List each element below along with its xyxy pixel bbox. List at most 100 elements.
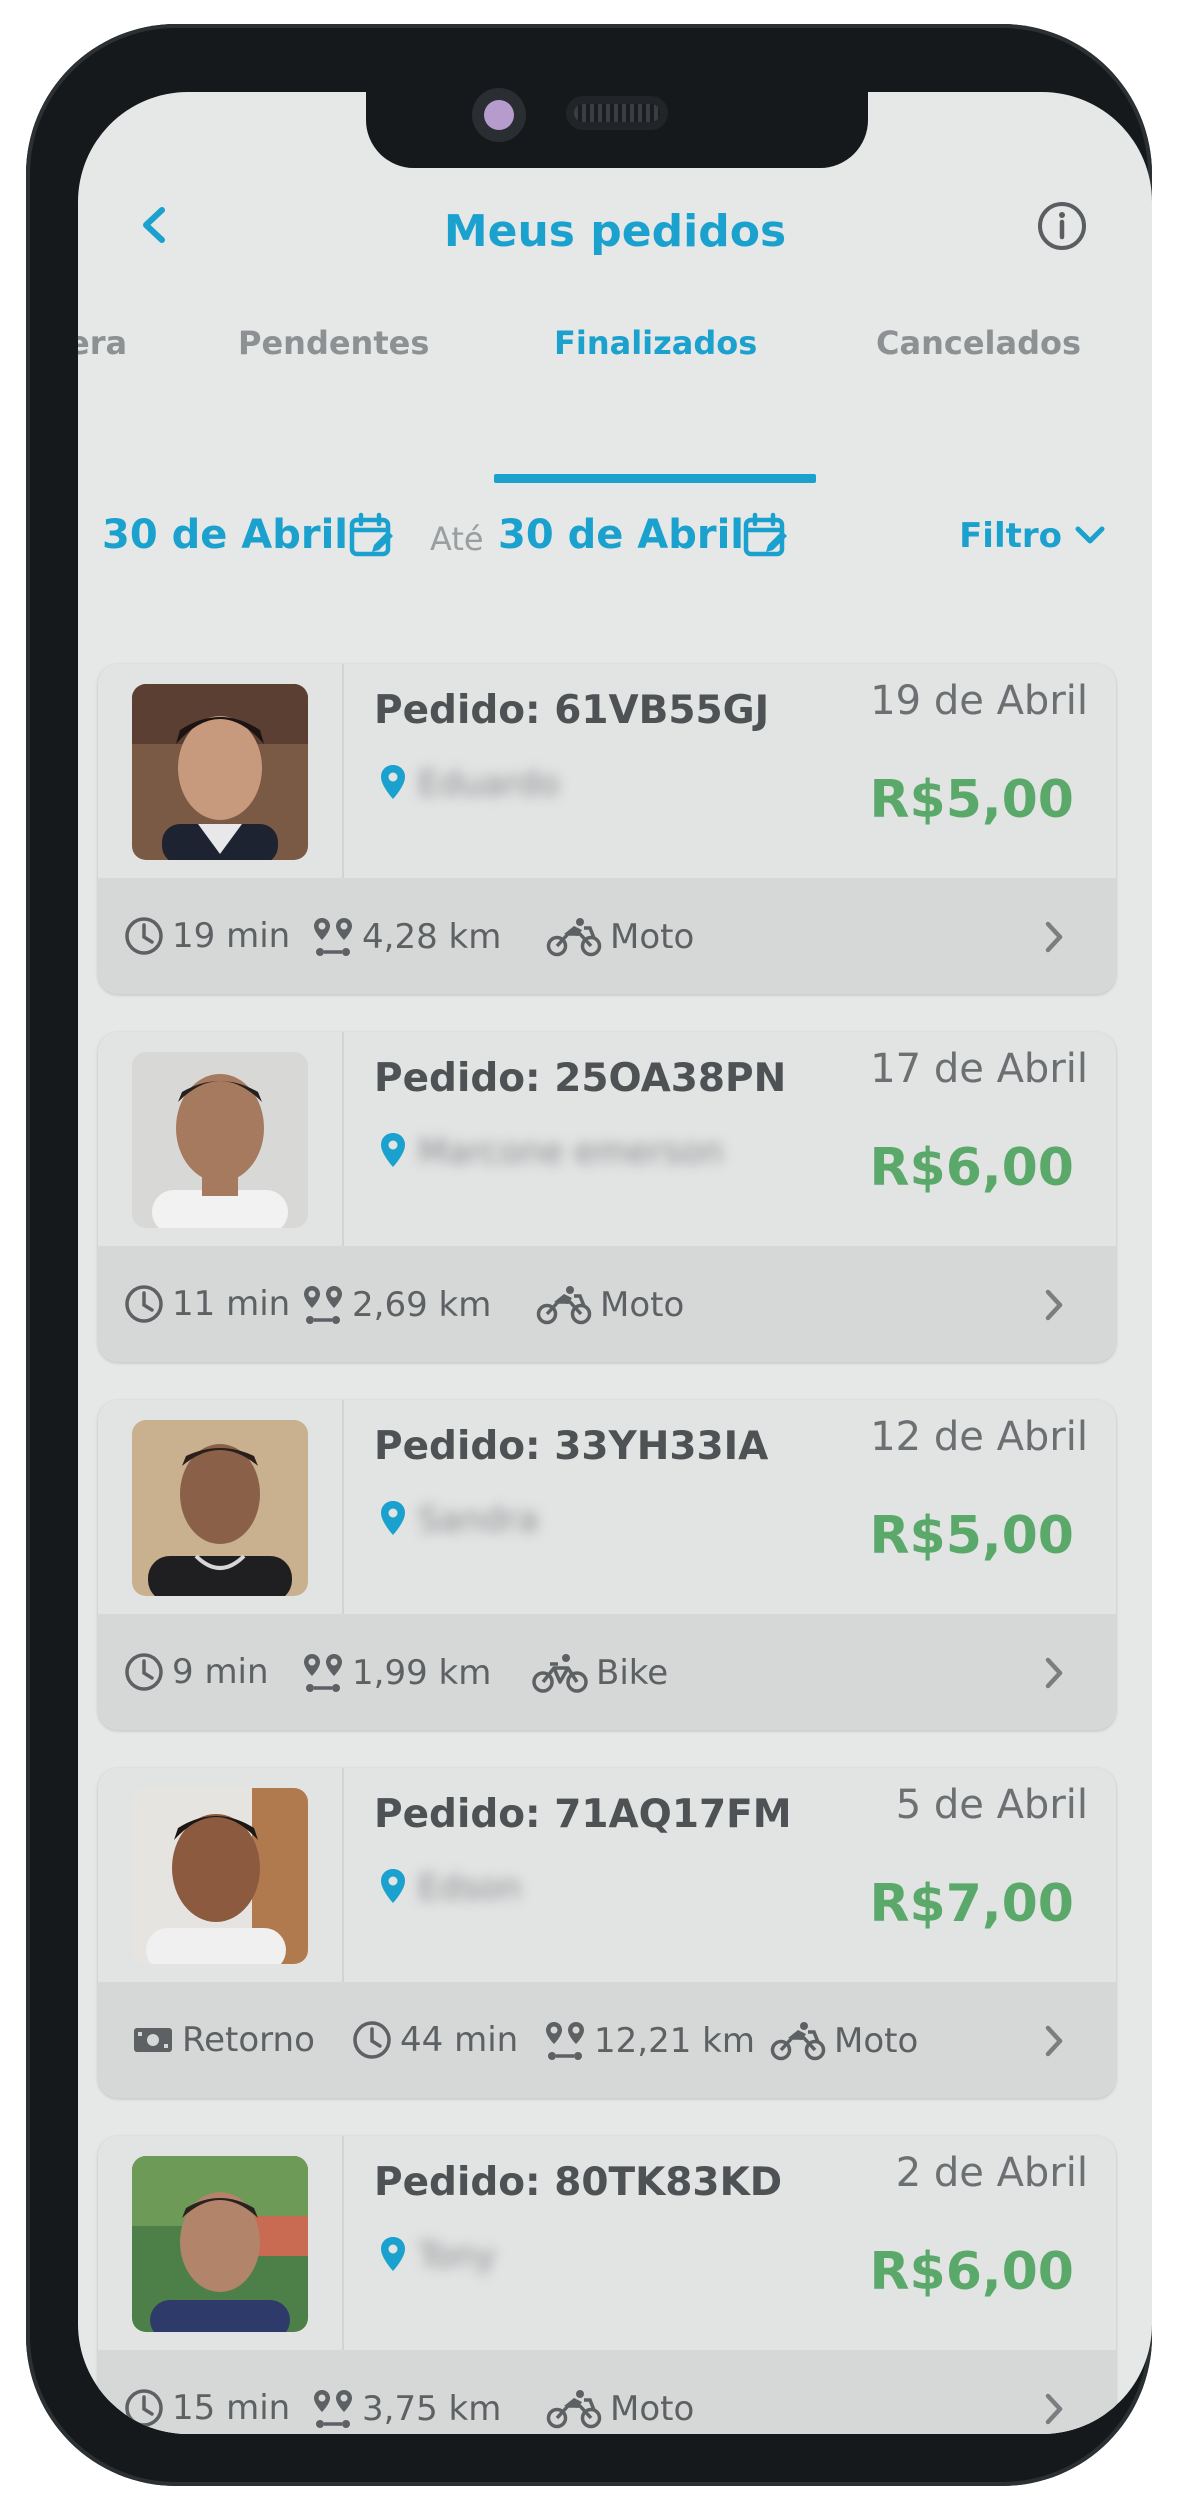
distance-value: 4,28 km xyxy=(362,917,502,957)
order-price: R$5,00 xyxy=(869,1506,1074,1566)
courier-avatar xyxy=(132,684,308,860)
tab-pendentes[interactable]: Pendentes xyxy=(238,324,429,362)
distance: 3,75 km xyxy=(312,2388,501,2430)
order-price: R$5,00 xyxy=(869,770,1074,830)
vehicle: Bike xyxy=(532,1652,668,1694)
tab-finalizados[interactable]: Finalizados xyxy=(554,324,757,362)
customer-name-blurred: Eduardo xyxy=(418,764,560,804)
vehicle: Moto xyxy=(536,1284,684,1326)
distance: 2,69 km xyxy=(302,1284,491,1326)
tab-cancelados[interactable]: Cancelados xyxy=(876,324,1081,362)
motorcycle-icon xyxy=(546,2390,602,2429)
order-card[interactable]: Pedido: 33YH33IA 12 de Abril Sandra R$5,… xyxy=(98,1400,1116,1730)
chevron-down-icon xyxy=(1075,526,1105,544)
order-card[interactable]: Pedido: 71AQ17FM 5 de Abril Edson R$7,00… xyxy=(98,1768,1116,2098)
route-icon xyxy=(546,2022,584,2060)
clock-icon xyxy=(125,2389,163,2427)
motorcycle-icon xyxy=(770,2022,826,2061)
duration: 19 min xyxy=(124,916,290,956)
courier-avatar xyxy=(132,1788,308,1964)
order-price: R$6,00 xyxy=(869,1138,1074,1198)
chevron-right-icon[interactable] xyxy=(1040,1654,1068,1692)
vehicle-label: Bike xyxy=(596,1653,669,1693)
order-id: Pedido: 61VB55GJ xyxy=(374,688,770,733)
order-card[interactable]: Pedido: 61VB55GJ 19 de Abril Eduardo R$5… xyxy=(98,664,1116,994)
filter-button[interactable]: Filtro xyxy=(959,516,1106,556)
date-from[interactable]: 30 de Abril xyxy=(102,512,348,558)
duration-value: 44 min xyxy=(400,2020,519,2060)
chevron-right-icon[interactable] xyxy=(1040,918,1068,956)
chevron-right-icon[interactable] xyxy=(1040,2022,1068,2060)
distance-value: 2,69 km xyxy=(352,1285,492,1325)
order-card[interactable]: Pedido: 80TK83KD 2 de Abril Tony R$6,00 … xyxy=(98,2136,1116,2434)
vehicle-label: Moto xyxy=(610,2389,695,2429)
vehicle: Moto xyxy=(546,916,694,958)
card-divider xyxy=(342,1032,344,1246)
calendar-edit-icon[interactable] xyxy=(348,512,396,560)
customer-name-blurred: Marcone emerson xyxy=(418,1132,724,1172)
clock-icon xyxy=(125,1285,163,1323)
order-date: 12 de Abril xyxy=(870,1414,1088,1460)
distance-value: 3,75 km xyxy=(362,2389,502,2429)
location-pin-icon xyxy=(381,2237,405,2271)
duration: 15 min xyxy=(124,2388,290,2428)
return-trip: Retorno xyxy=(132,2020,315,2060)
order-id: Pedido: 80TK83KD xyxy=(374,2160,783,2205)
order-id: Pedido: 71AQ17FM xyxy=(374,1792,792,1837)
card-divider xyxy=(342,2136,344,2350)
location-pin-icon xyxy=(381,765,405,799)
calendar-edit-icon[interactable] xyxy=(742,512,790,560)
vehicle: Moto xyxy=(546,2388,694,2430)
courier-avatar xyxy=(132,1420,308,1596)
duration: 44 min xyxy=(352,2020,518,2060)
order-price: R$6,00 xyxy=(869,2242,1074,2302)
duration: 9 min xyxy=(124,1652,269,1692)
page-title: Meus pedidos xyxy=(443,206,787,257)
info-icon[interactable] xyxy=(1036,200,1088,252)
card-divider xyxy=(342,1768,344,1982)
order-meta-bar: 11 min 2,69 km Moto xyxy=(98,1246,1116,1362)
order-date: 19 de Abril xyxy=(870,678,1088,724)
duration-value: 15 min xyxy=(172,2388,291,2428)
distance: 1,99 km xyxy=(302,1652,491,1694)
location-pin-icon xyxy=(381,1501,405,1535)
customer-name-blurred: Tony xyxy=(418,2236,496,2276)
active-tab-indicator xyxy=(494,474,816,483)
order-id: Pedido: 25OA38PN xyxy=(374,1056,787,1101)
route-icon xyxy=(304,1654,342,1692)
tab-bar: era Pendentes Finalizados Cancelados xyxy=(78,324,1152,386)
front-camera xyxy=(472,88,526,142)
motorcycle-icon xyxy=(536,1286,592,1325)
duration-value: 19 min xyxy=(172,916,291,956)
order-price: R$7,00 xyxy=(869,1874,1074,1934)
distance: 4,28 km xyxy=(312,916,501,958)
cash-icon xyxy=(134,2028,172,2052)
clock-icon xyxy=(125,1653,163,1691)
chevron-right-icon[interactable] xyxy=(1040,2390,1068,2428)
motorcycle-icon xyxy=(546,918,602,957)
route-icon xyxy=(314,918,352,956)
chevron-right-icon[interactable] xyxy=(1040,1286,1068,1324)
order-meta-bar: 19 min 4,28 km Moto xyxy=(98,878,1116,994)
order-date: 17 de Abril xyxy=(870,1046,1088,1092)
date-separator: Até xyxy=(430,520,484,558)
order-date: 2 de Abril xyxy=(895,2150,1088,2196)
date-to[interactable]: 30 de Abril xyxy=(498,512,744,558)
clock-icon xyxy=(125,917,163,955)
customer-name-blurred: Sandra xyxy=(418,1500,539,1540)
clock-icon xyxy=(353,2021,391,2059)
order-meta-bar: Retorno 44 min 12,21 km Moto xyxy=(98,1982,1116,2098)
vehicle-label: Moto xyxy=(834,2021,919,2061)
distance: 12,21 km xyxy=(544,2020,755,2062)
duration-value: 9 min xyxy=(172,1652,269,1692)
tab-em-espera[interactable]: era xyxy=(78,324,127,362)
duration-value: 11 min xyxy=(172,1284,291,1324)
route-icon xyxy=(314,2390,352,2428)
app-header: Meus pedidos xyxy=(78,164,1152,284)
card-divider xyxy=(342,1400,344,1614)
order-card[interactable]: Pedido: 25OA38PN 17 de Abril Marcone eme… xyxy=(98,1032,1116,1362)
distance-value: 12,21 km xyxy=(594,2021,755,2061)
card-divider xyxy=(342,664,344,878)
phone-frame: Meus pedidos era Pendentes Finalizados C… xyxy=(26,24,1152,2486)
filter-label: Filtro xyxy=(959,516,1062,556)
